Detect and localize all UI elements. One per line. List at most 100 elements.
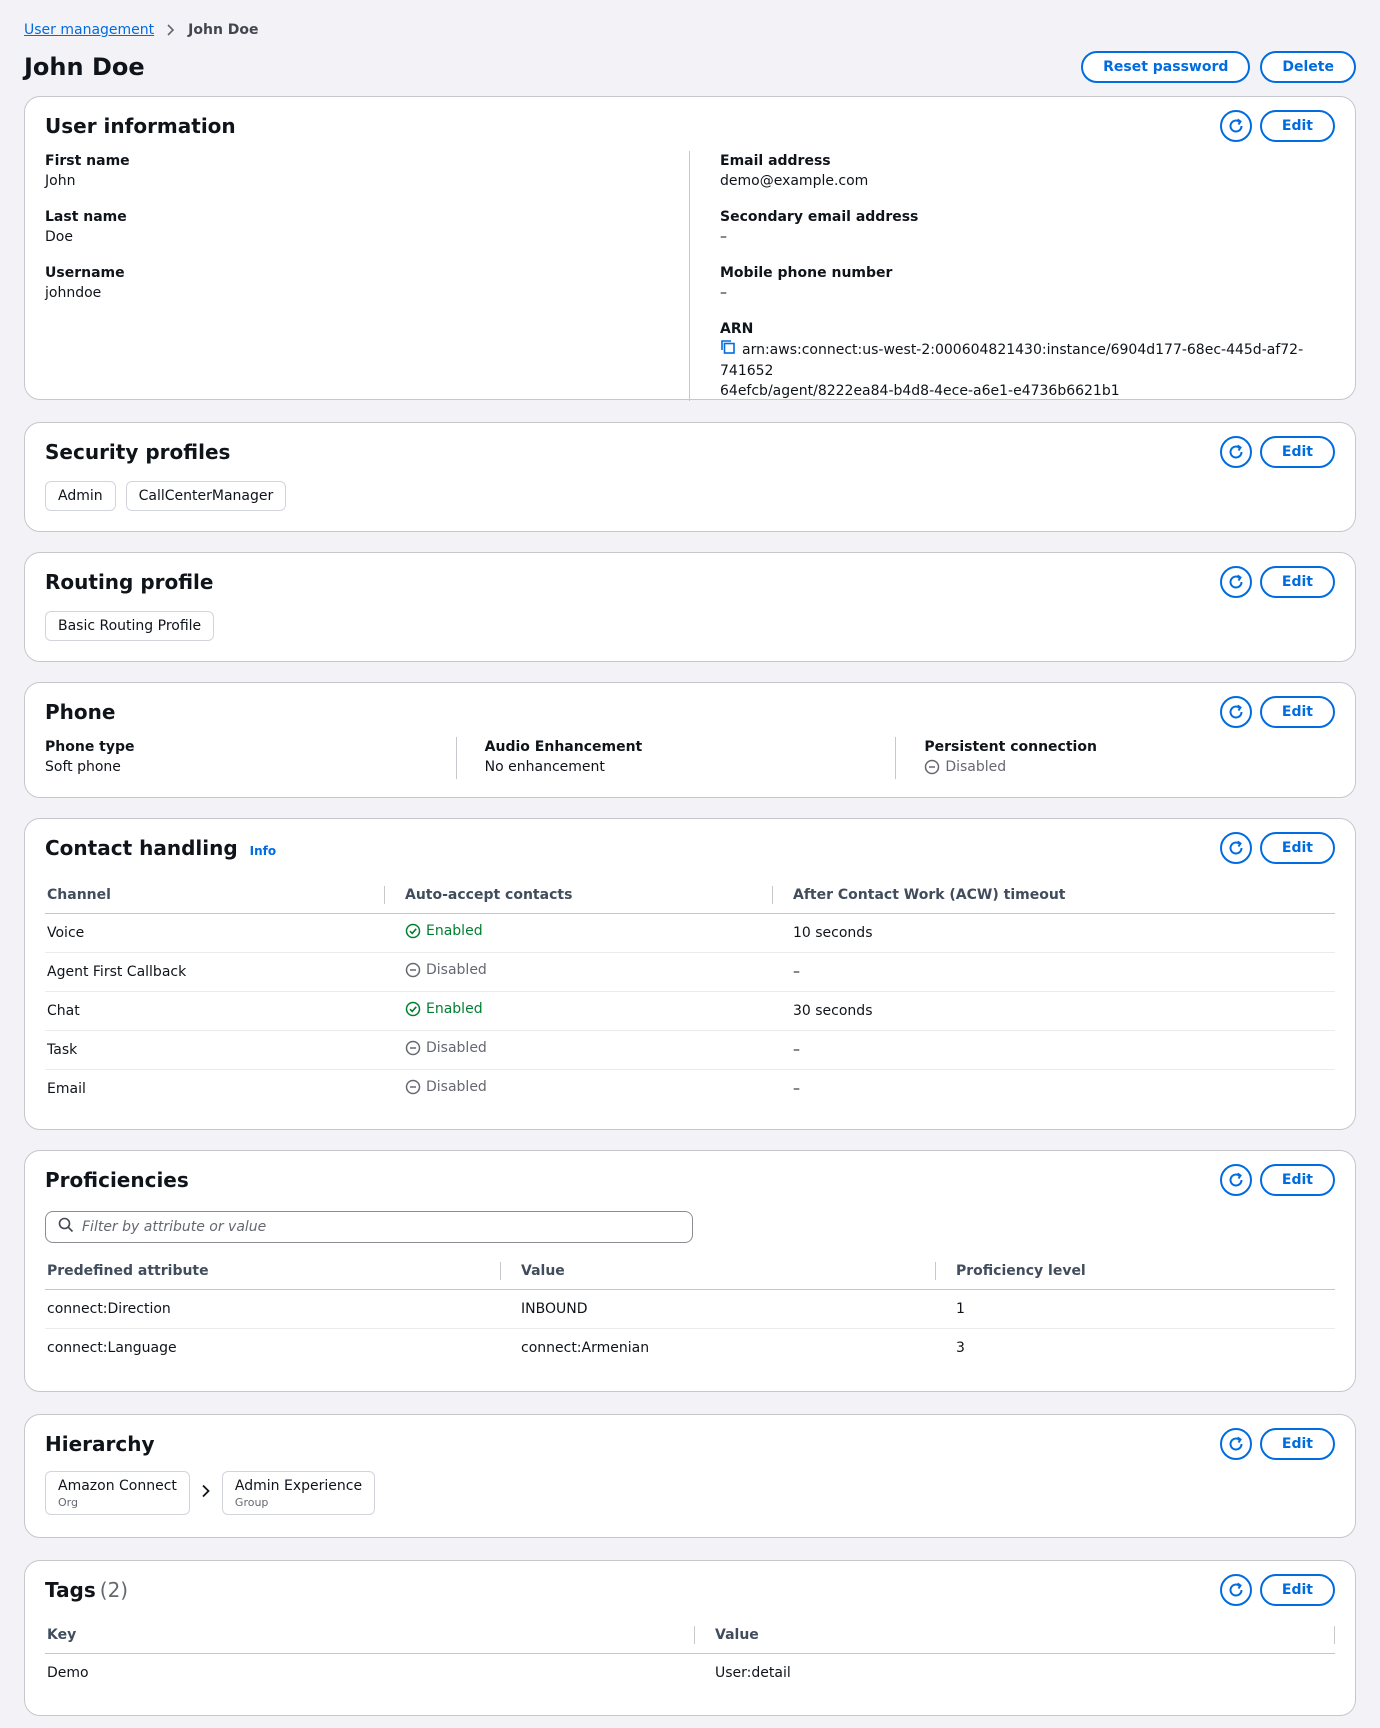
security-profiles-card: Security profiles Edit Admin CallCenterM… xyxy=(24,422,1356,532)
user-info-left-column: First name John Last name Doe Username j… xyxy=(45,151,689,401)
hierarchy-card: Hierarchy Edit Amazon Connect Org Admin … xyxy=(24,1414,1356,1538)
copy-icon[interactable] xyxy=(720,339,736,361)
breadcrumb-current: John Doe xyxy=(188,22,259,38)
refresh-icon[interactable] xyxy=(1219,1428,1252,1460)
first-name-value: John xyxy=(45,173,76,189)
breadcrumb-link-user-management[interactable]: User management xyxy=(24,22,154,38)
edit-button[interactable]: Edit xyxy=(1259,1428,1335,1460)
page-header: John Doe Reset password Delete xyxy=(24,50,1356,84)
table-row: Demo User:detail xyxy=(45,1653,1335,1692)
channel-cell: Chat xyxy=(45,991,385,1031)
value-cell: connect:Armenian xyxy=(521,1339,650,1356)
card-title: Phone xyxy=(45,700,116,724)
routing-profile-card: Routing profile Edit Basic Routing Profi… xyxy=(24,552,1356,662)
phone-type-value: Soft phone xyxy=(45,759,121,775)
table-row: connect:Language connect:Armenian 3 xyxy=(45,1328,1335,1367)
username-value: johndoe xyxy=(45,285,102,301)
auto-accept-cell: Disabled xyxy=(385,1030,773,1070)
auto-accept-value: Enabled xyxy=(426,922,483,939)
edit-button[interactable]: Edit xyxy=(1259,696,1335,728)
hierarchy-node: Amazon Connect Org xyxy=(45,1471,190,1515)
proficiency-level-cell: 3 xyxy=(956,1339,965,1356)
search-input[interactable] xyxy=(82,1219,680,1235)
security-profile-pill: CallCenterManager xyxy=(125,481,287,511)
refresh-icon[interactable] xyxy=(1219,566,1252,598)
secondary-email-value: – xyxy=(720,229,727,245)
hierarchy-node-name: Amazon Connect xyxy=(58,1478,177,1494)
refresh-icon[interactable] xyxy=(1219,436,1252,468)
channel-cell: Voice xyxy=(45,913,385,953)
channel-cell: Task xyxy=(45,1030,385,1070)
audio-enhancement-label: Audio Enhancement xyxy=(484,739,643,755)
card-title: User information xyxy=(45,114,236,138)
check-circle-icon xyxy=(405,1001,421,1016)
auto-accept-cell: Disabled xyxy=(385,952,773,992)
email-label: Email address xyxy=(720,153,831,169)
acw-timeout-cell: 30 seconds xyxy=(773,991,1335,1031)
channel-cell: Agent First Callback xyxy=(45,952,385,992)
column-header-value[interactable]: Value xyxy=(501,1253,936,1290)
user-info-right-column: Email address demo@example.com Secondary… xyxy=(689,151,1335,401)
hierarchy-path: Amazon Connect Org Admin Experience Grou… xyxy=(45,1471,1335,1515)
card-title: Tags (2) xyxy=(45,1578,128,1602)
card-title: Routing profile xyxy=(45,570,214,594)
acw-timeout-cell: – xyxy=(773,952,1335,992)
mobile-phone-label: Mobile phone number xyxy=(720,265,893,281)
phone-card: Phone Edit Phone type Soft phone Audio E… xyxy=(24,682,1356,798)
first-name-label: First name xyxy=(45,153,130,169)
contact-handling-title: Contact handling xyxy=(45,836,238,860)
column-header-acw-timeout[interactable]: After Contact Work (ACW) timeout xyxy=(773,877,1335,914)
refresh-icon[interactable] xyxy=(1219,110,1252,142)
refresh-icon[interactable] xyxy=(1219,1164,1252,1196)
phone-type-label: Phone type xyxy=(45,739,135,755)
delete-button[interactable]: Delete xyxy=(1260,51,1356,83)
disabled-icon xyxy=(405,1040,421,1055)
chevron-right-icon xyxy=(166,21,176,40)
acw-timeout-cell: – xyxy=(793,1080,800,1097)
tag-value-cell: User:detail xyxy=(715,1664,791,1681)
chevron-right-icon xyxy=(200,1484,212,1502)
page-title: John Doe xyxy=(24,53,145,81)
card-title: Hierarchy xyxy=(45,1432,155,1456)
value-cell: INBOUND xyxy=(501,1289,936,1329)
proficiency-search xyxy=(45,1211,693,1243)
tags-title: Tags xyxy=(45,1578,96,1602)
hierarchy-node-level: Group xyxy=(234,1496,269,1509)
refresh-icon[interactable] xyxy=(1219,832,1252,864)
card-title: Contact handling Info xyxy=(45,836,276,860)
edit-button[interactable]: Edit xyxy=(1259,566,1335,598)
auto-accept-value: Disabled xyxy=(426,1078,487,1095)
table-row: Task Disabled – xyxy=(45,1030,1335,1070)
refresh-icon[interactable] xyxy=(1219,696,1252,728)
username-label: Username xyxy=(45,265,125,281)
edit-button[interactable]: Edit xyxy=(1259,1164,1335,1196)
acw-timeout-cell: 10 seconds xyxy=(773,913,1335,953)
check-circle-icon xyxy=(405,923,421,938)
table-row: connect:Direction INBOUND 1 xyxy=(45,1289,1335,1329)
acw-timeout-cell: – xyxy=(773,1030,1335,1070)
arn-line-2: 64efcb/agent/8222ea84-b4d8-4ece-a6e1-e47… xyxy=(720,383,1120,399)
arn-label: ARN xyxy=(720,321,754,337)
table-row: Chat Enabled 30 seconds xyxy=(45,991,1335,1031)
attribute-cell: connect:Language xyxy=(47,1339,177,1356)
audio-enhancement-value: No enhancement xyxy=(484,759,605,775)
tags-card: Tags (2) Edit Key Value Demo User:detail xyxy=(24,1560,1356,1716)
proficiency-level-cell: 1 xyxy=(936,1289,1335,1329)
column-header-proficiency-level[interactable]: Proficiency level xyxy=(936,1253,1335,1290)
edit-button[interactable]: Edit xyxy=(1259,110,1335,142)
reset-password-button[interactable]: Reset password xyxy=(1081,51,1251,83)
card-title: Security profiles xyxy=(45,440,231,464)
column-header-auto-accept[interactable]: Auto-accept contacts xyxy=(385,877,773,914)
column-header-attribute[interactable]: Predefined attribute xyxy=(45,1253,501,1290)
edit-button[interactable]: Edit xyxy=(1259,832,1335,864)
edit-button[interactable]: Edit xyxy=(1259,1574,1335,1606)
refresh-icon[interactable] xyxy=(1219,1574,1252,1606)
column-header-channel[interactable]: Channel xyxy=(45,877,385,914)
tag-key-cell: Demo xyxy=(47,1664,89,1681)
edit-button[interactable]: Edit xyxy=(1259,436,1335,468)
column-header-key[interactable]: Key xyxy=(45,1617,695,1654)
column-header-value[interactable]: Value xyxy=(695,1617,1335,1654)
auto-accept-cell: Enabled xyxy=(385,913,773,953)
hierarchy-node-level: Org xyxy=(58,1496,78,1509)
info-link[interactable]: Info xyxy=(250,844,276,858)
